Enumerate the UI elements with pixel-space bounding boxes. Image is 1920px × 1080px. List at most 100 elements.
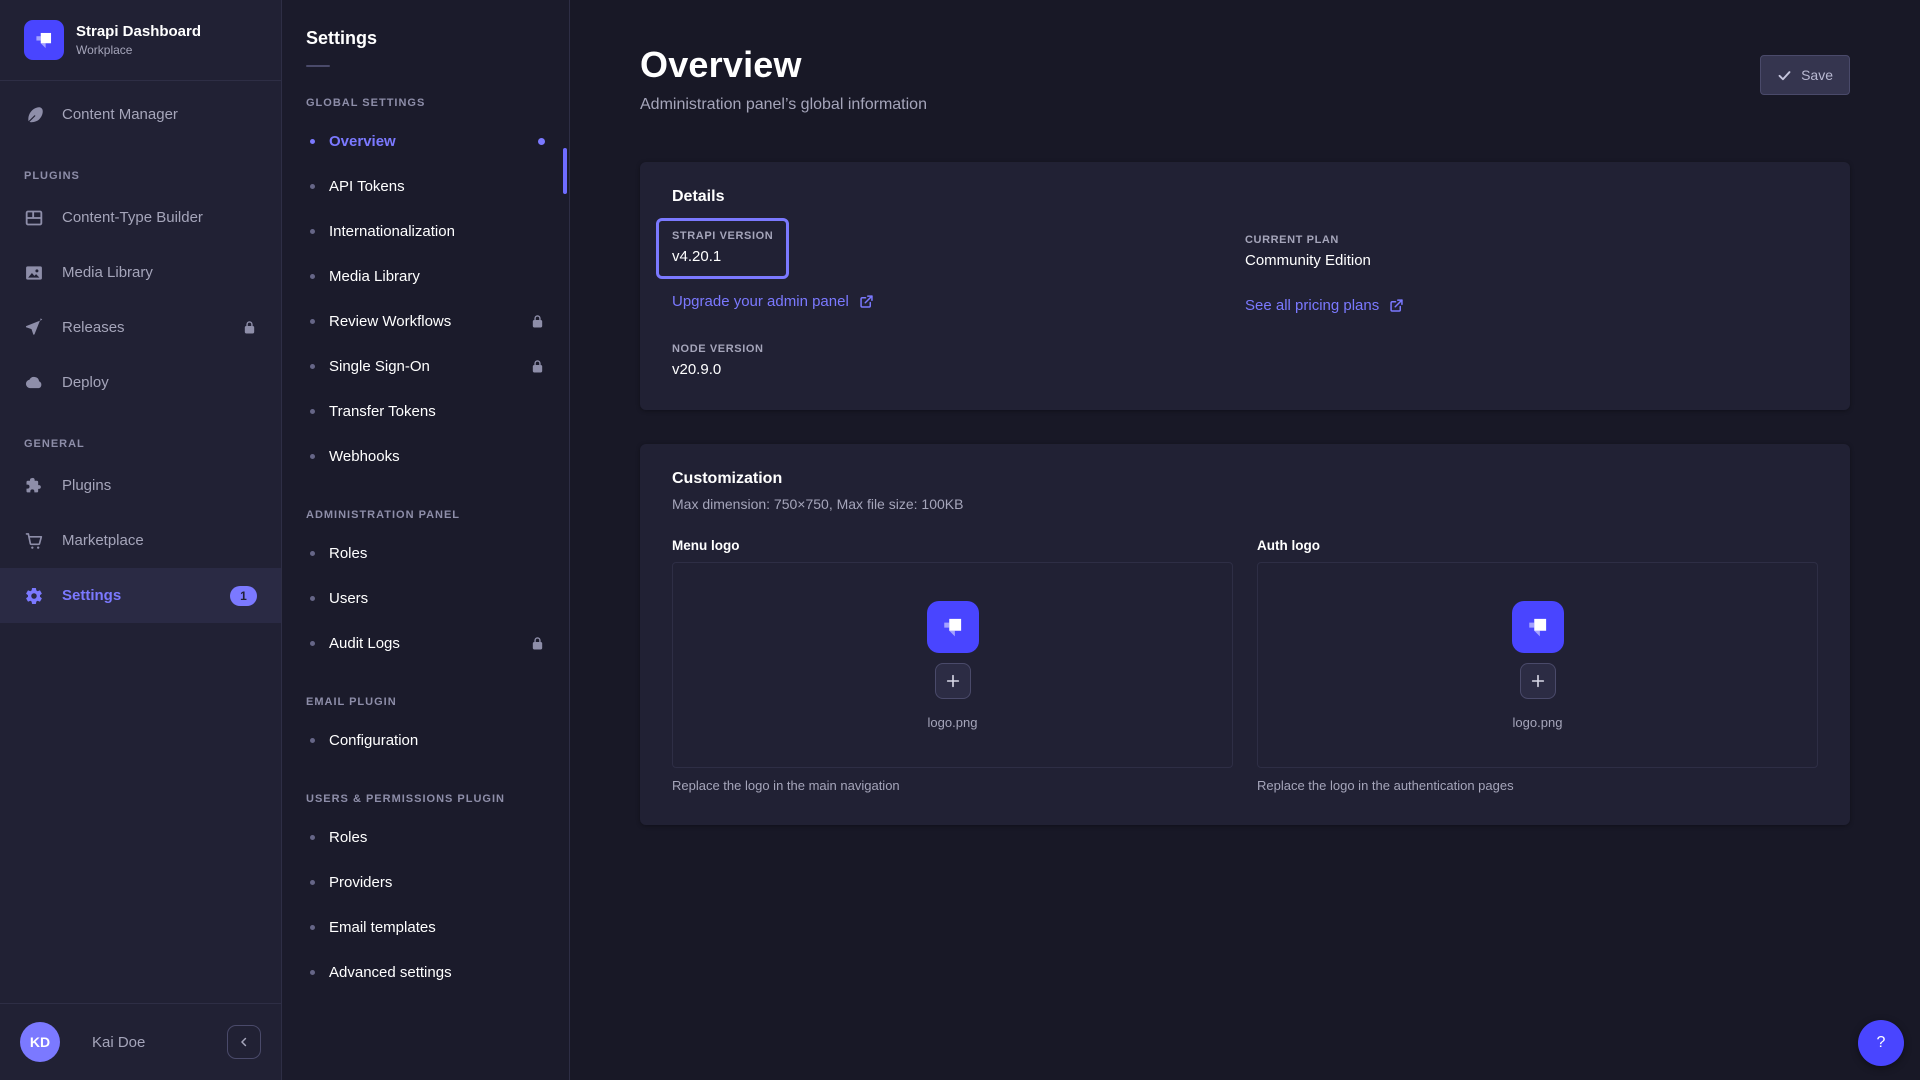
- upgrade-link-label: Upgrade your admin panel: [672, 293, 849, 310]
- page-header: Overview Administration panel’s global i…: [640, 0, 1850, 114]
- auth-logo-filename: logo.png: [1513, 715, 1563, 730]
- subnav-section-users-permissions: USERS & PERMISSIONS PLUGIN: [282, 763, 569, 815]
- sidebar-item-content-type-builder[interactable]: Content-Type Builder: [0, 190, 281, 245]
- auth-logo-upload-box[interactable]: logo.png: [1257, 562, 1818, 768]
- current-plan-label: CURRENT PLAN: [1245, 234, 1818, 246]
- subnav-scrollbar-thumb[interactable]: [563, 148, 567, 194]
- upgrade-admin-panel-link[interactable]: Upgrade your admin panel: [672, 293, 874, 310]
- subnav-section-global-settings: GLOBAL SETTINGS: [282, 67, 569, 119]
- lock-icon: [530, 314, 545, 329]
- sidebar-section-general: GENERAL: [0, 410, 281, 458]
- bullet-icon: [310, 596, 315, 601]
- subnav-title: Settings: [282, 0, 569, 49]
- subnav-item-single-sign-on[interactable]: Single Sign-On: [282, 344, 569, 389]
- subnav-item-internationalization[interactable]: Internationalization: [282, 209, 569, 254]
- subnav-item-admin-roles[interactable]: Roles: [282, 531, 569, 576]
- subnav-section-email-plugin: EMAIL PLUGIN: [282, 666, 569, 718]
- brand-text: Strapi Dashboard Workplace: [76, 23, 201, 57]
- logo-grid: Menu logo logo.png: [672, 538, 1818, 793]
- subnav-item-api-tokens[interactable]: API Tokens: [282, 164, 569, 209]
- main-sidebar: Strapi Dashboard Workplace Content Manag…: [0, 0, 282, 1080]
- node-version-label: NODE VERSION: [672, 343, 1245, 355]
- auth-logo-label: Auth logo: [1257, 538, 1818, 553]
- notification-dot: [538, 138, 545, 145]
- subnav-item-label: Audit Logs: [329, 635, 400, 652]
- subnav-item-users[interactable]: Users: [282, 576, 569, 621]
- menu-logo-preview: [927, 601, 979, 653]
- sidebar-item-plugins[interactable]: Plugins: [0, 458, 281, 513]
- sidebar-item-content-manager[interactable]: Content Manager: [0, 87, 281, 142]
- menu-logo-filename: logo.png: [928, 715, 978, 730]
- collapse-sidebar-button[interactable]: [227, 1025, 261, 1059]
- details-right-column: CURRENT PLAN Community Edition See all p…: [1245, 218, 1818, 378]
- customization-card: Customization Max dimension: 750×750, Ma…: [640, 444, 1850, 825]
- workspace-brand[interactable]: Strapi Dashboard Workplace: [0, 0, 281, 80]
- strapi-version-value: v4.20.1: [672, 248, 773, 265]
- strapi-logo-icon: [24, 20, 64, 60]
- lock-icon: [530, 636, 545, 651]
- current-plan-field: CURRENT PLAN Community Edition: [1245, 234, 1818, 269]
- avatar[interactable]: KD: [20, 1022, 60, 1062]
- current-plan-value: Community Edition: [1245, 252, 1818, 269]
- add-menu-logo-button[interactable]: [935, 663, 971, 699]
- sidebar-item-label: Plugins: [62, 477, 111, 494]
- sidebar-item-marketplace[interactable]: Marketplace: [0, 513, 281, 568]
- details-heading: Details: [672, 188, 1818, 206]
- menu-logo-label: Menu logo: [672, 538, 1233, 553]
- subnav-item-label: Review Workflows: [329, 313, 451, 330]
- help-button[interactable]: ?: [1858, 1020, 1904, 1066]
- lock-icon: [530, 359, 545, 374]
- subnav-item-configuration[interactable]: Configuration: [282, 718, 569, 763]
- pricing-plans-link[interactable]: See all pricing plans: [1245, 297, 1404, 314]
- subnav-section-administration-panel: ADMINISTRATION PANEL: [282, 479, 569, 531]
- subnav-item-review-workflows[interactable]: Review Workflows: [282, 299, 569, 344]
- bullet-icon: [310, 925, 315, 930]
- sidebar-item-label: Media Library: [62, 264, 153, 281]
- releases-paper-plane-icon: [24, 318, 44, 338]
- subnav-item-advanced-settings[interactable]: Advanced settings: [282, 950, 569, 995]
- subnav-item-label: Transfer Tokens: [329, 403, 436, 420]
- bullet-icon: [310, 454, 315, 459]
- subnav-item-audit-logs[interactable]: Audit Logs: [282, 621, 569, 666]
- bullet-icon: [310, 970, 315, 975]
- sidebar-item-media-library[interactable]: Media Library: [0, 245, 281, 300]
- check-icon: [1777, 68, 1792, 83]
- subnav-item-up-roles[interactable]: Roles: [282, 815, 569, 860]
- subnav-item-webhooks[interactable]: Webhooks: [282, 434, 569, 479]
- sidebar-item-deploy[interactable]: Deploy: [0, 355, 281, 410]
- deploy-cloud-icon: [24, 373, 44, 393]
- subnav-item-label: Webhooks: [329, 448, 400, 465]
- save-button-label: Save: [1801, 67, 1833, 83]
- subnav-item-media-library[interactable]: Media Library: [282, 254, 569, 299]
- settings-subnav: Settings GLOBAL SETTINGS Overview API To…: [282, 0, 570, 1080]
- save-button[interactable]: Save: [1760, 55, 1850, 95]
- bullet-icon: [310, 139, 315, 144]
- subnav-item-overview[interactable]: Overview: [282, 119, 569, 164]
- lock-icon: [242, 320, 257, 335]
- sidebar-item-releases[interactable]: Releases: [0, 300, 281, 355]
- bullet-icon: [310, 738, 315, 743]
- marketplace-cart-icon: [24, 531, 44, 551]
- add-auth-logo-button[interactable]: [1520, 663, 1556, 699]
- subnav-item-label: Media Library: [329, 268, 420, 285]
- bullet-icon: [310, 641, 315, 646]
- plugins-puzzle-icon: [24, 476, 44, 496]
- bullet-icon: [310, 274, 315, 279]
- menu-logo-upload-box[interactable]: logo.png: [672, 562, 1233, 768]
- customization-heading: Customization: [672, 470, 1818, 488]
- sidebar-item-label: Content-Type Builder: [62, 209, 203, 226]
- sidebar-item-label: Marketplace: [62, 532, 144, 549]
- page-subtitle: Administration panel’s global informatio…: [640, 96, 1850, 114]
- sidebar-item-label: Deploy: [62, 374, 109, 391]
- sidebar-item-settings[interactable]: Settings 1: [0, 568, 281, 623]
- subnav-item-email-templates[interactable]: Email templates: [282, 905, 569, 950]
- sidebar-item-label: Content Manager: [62, 106, 178, 123]
- media-library-image-icon: [24, 263, 44, 283]
- strapi-logo-icon: [1523, 612, 1553, 642]
- subnav-item-transfer-tokens[interactable]: Transfer Tokens: [282, 389, 569, 434]
- subnav-item-label: Configuration: [329, 732, 418, 749]
- bullet-icon: [310, 319, 315, 324]
- subnav-item-providers[interactable]: Providers: [282, 860, 569, 905]
- auth-logo-field: Auth logo logo.png: [1257, 538, 1818, 793]
- bullet-icon: [310, 409, 315, 414]
